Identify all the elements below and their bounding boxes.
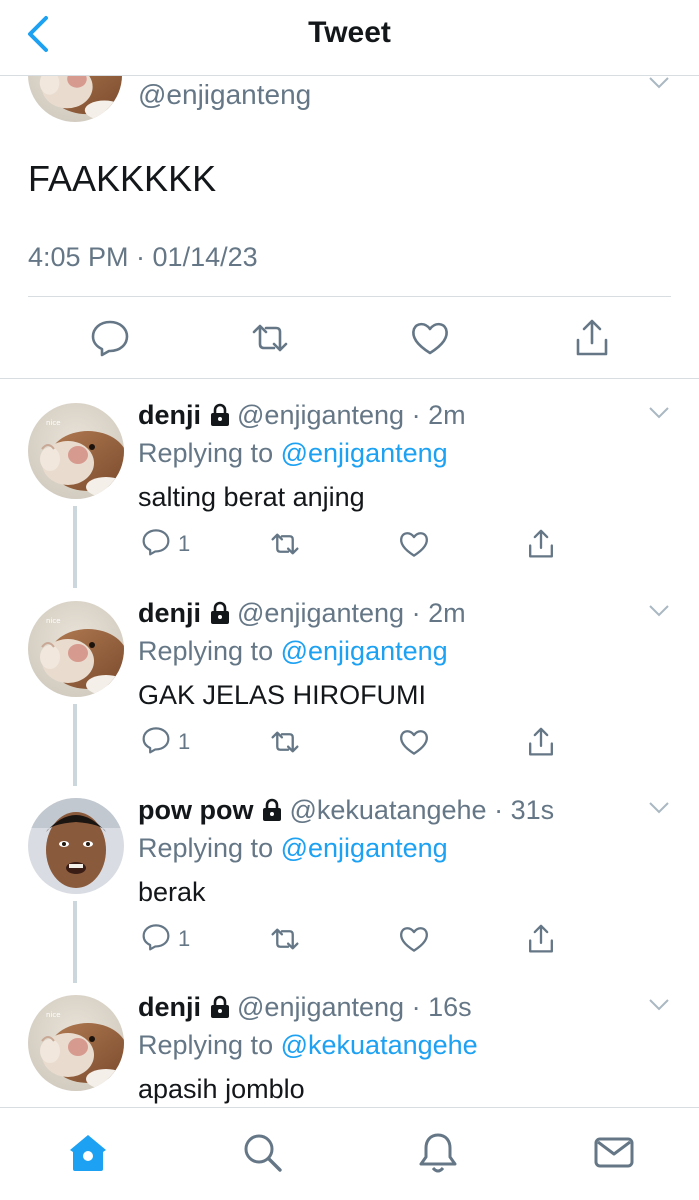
share-icon[interactable] [524, 526, 558, 562]
display-name[interactable]: denji [138, 992, 201, 1022]
tweet-handle[interactable]: @enjiganteng [138, 79, 311, 111]
reply-text: apasih jomblo [138, 1074, 305, 1104]
reply-icon[interactable] [88, 316, 132, 360]
avatar[interactable] [28, 995, 124, 1091]
reply-time: 2m [428, 400, 466, 430]
retweet-icon[interactable] [268, 526, 302, 562]
avatar[interactable] [28, 601, 124, 697]
separator-dot: · [411, 992, 421, 1022]
reply-tweet[interactable]: denji @enjiganteng · 2m Replying to @enji… [0, 378, 699, 588]
tweet-actions [0, 316, 699, 360]
reply-icon [140, 526, 172, 563]
separator-dot: · [411, 598, 421, 628]
reply-button[interactable]: 1 [140, 724, 190, 760]
reply-header: denji @enjiganteng · 2m [138, 400, 466, 434]
reply-header: pow pow @kekuatangehe · 31s [138, 795, 554, 829]
chevron-down-icon[interactable] [648, 406, 670, 420]
separator-dot: · [494, 795, 504, 825]
like-icon[interactable] [397, 526, 431, 562]
messages-icon[interactable] [592, 1130, 636, 1174]
chevron-down-icon[interactable] [648, 604, 670, 618]
reply-tweet[interactable]: pow pow @kekuatangehe · 31s Replying to @… [0, 773, 699, 983]
home-icon[interactable] [66, 1130, 110, 1174]
separator-dot: · [411, 400, 421, 430]
reply-count: 1 [178, 531, 191, 556]
reply-time: 2m [428, 598, 466, 628]
share-icon[interactable] [570, 316, 614, 360]
reply-text: berak [138, 877, 206, 907]
bottom-nav [0, 1107, 699, 1200]
replying-to: Replying to @enjiganteng [138, 636, 448, 666]
reply-time: 31s [510, 795, 555, 825]
tweet-text: FAAKKKKK [28, 158, 217, 199]
chevron-down-icon[interactable] [648, 76, 670, 90]
mention-link[interactable]: @enjiganteng [281, 438, 448, 468]
replying-to: Replying to @enjiganteng [138, 833, 448, 863]
display-name[interactable]: denji [138, 598, 201, 628]
mention-link[interactable]: @enjiganteng [281, 636, 448, 666]
reply-header: denji @enjiganteng · 16s [138, 992, 472, 1026]
like-icon[interactable] [408, 316, 452, 360]
page-title: Tweet [308, 16, 391, 49]
lock-icon [209, 601, 231, 632]
reply-icon [140, 921, 172, 958]
chevron-down-icon[interactable] [648, 998, 670, 1012]
reply-tweet[interactable]: denji @enjiganteng · 2m Replying to @enji… [0, 576, 699, 786]
reply-header: denji @enjiganteng · 2m [138, 598, 466, 632]
reply-count: 1 [178, 926, 191, 951]
reply-actions: 1 [0, 526, 699, 562]
lock-icon [209, 995, 231, 1026]
search-icon[interactable] [240, 1130, 284, 1174]
replying-to: Replying to @enjiganteng [138, 438, 448, 468]
share-icon[interactable] [524, 724, 558, 760]
retweet-icon[interactable] [248, 316, 292, 360]
reply-text: GAK JELAS HIROFUMI [138, 680, 427, 710]
reply-text: salting berat anjing [138, 482, 365, 512]
lock-icon [209, 403, 231, 434]
avatar[interactable] [28, 798, 124, 894]
like-icon[interactable] [397, 921, 431, 957]
reply-actions: 1 [0, 921, 699, 957]
avatar[interactable] [28, 403, 124, 499]
handle: @enjiganteng [237, 400, 405, 430]
replying-to: Replying to @kekuatangehe [138, 1030, 478, 1060]
reply-actions: 1 [0, 724, 699, 760]
top-bar: Tweet [0, 0, 699, 76]
reply-button[interactable]: 1 [140, 526, 190, 562]
reply-button[interactable]: 1 [140, 921, 190, 957]
notifications-icon[interactable] [416, 1130, 460, 1174]
handle: @kekuatangehe [289, 795, 487, 825]
display-name[interactable]: denji [138, 400, 201, 430]
retweet-icon[interactable] [268, 921, 302, 957]
tweet-timestamp: 4:05 PM · 01/14/23 [28, 242, 258, 272]
lock-icon [261, 798, 283, 829]
retweet-icon[interactable] [268, 724, 302, 760]
divider [28, 296, 671, 297]
handle: @enjiganteng [237, 598, 405, 628]
like-icon[interactable] [397, 724, 431, 760]
reply-count: 1 [178, 729, 191, 754]
handle: @enjiganteng [237, 992, 405, 1022]
share-icon[interactable] [524, 921, 558, 957]
mention-link[interactable]: @enjiganteng [281, 833, 448, 863]
chevron-down-icon[interactable] [648, 801, 670, 815]
reply-time: 16s [428, 992, 472, 1022]
mention-link[interactable]: @kekuatangehe [281, 1030, 478, 1060]
display-name[interactable]: pow pow [138, 795, 253, 825]
reply-icon [140, 724, 172, 761]
